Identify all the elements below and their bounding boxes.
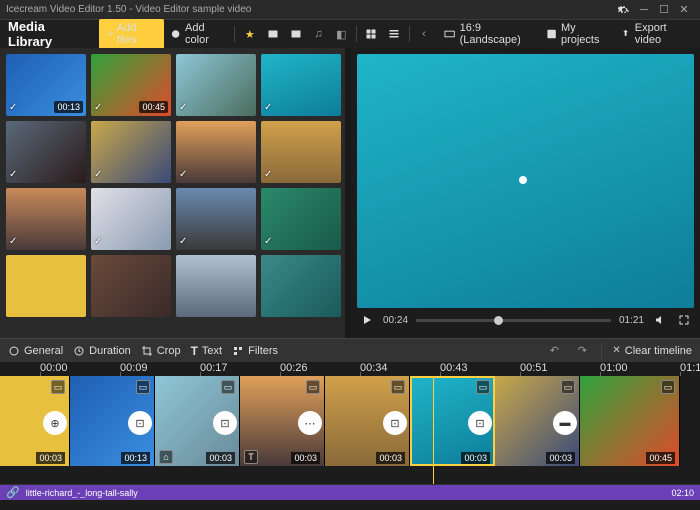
view-list-icon[interactable]: [386, 25, 403, 43]
filter-all-icon[interactable]: ★: [241, 25, 258, 43]
library-item[interactable]: ✓: [261, 54, 341, 116]
transition-button[interactable]: ▬: [553, 411, 577, 435]
clip-effect-icon: T: [244, 450, 258, 464]
library-item[interactable]: ✓00:45: [91, 54, 171, 116]
transition-button[interactable]: ⊡: [213, 411, 237, 435]
text-button[interactable]: TText: [191, 344, 223, 358]
filter-video-icon[interactable]: [287, 25, 304, 43]
clip-type-icon: ▭: [391, 380, 405, 394]
filter-audio-icon[interactable]: ♫: [310, 25, 327, 43]
close-icon[interactable]: ✕: [674, 1, 694, 19]
timeline-clip[interactable]: ▭00:45: [580, 376, 680, 466]
playhead[interactable]: [433, 376, 434, 484]
export-video-button[interactable]: Export video: [620, 22, 692, 46]
preview-controls: 00:24 01:21: [357, 308, 694, 332]
total-time: 01:21: [619, 315, 644, 326]
filters-button[interactable]: Filters: [232, 345, 278, 357]
progress-bar[interactable]: [416, 319, 611, 322]
library-item[interactable]: ✓: [176, 188, 256, 250]
clip-type-icon: ▭: [561, 380, 575, 394]
audio-track[interactable]: 🔗 little-richard_-_long-tall-sally 02:10: [0, 484, 700, 500]
clip-type-icon: ▭: [661, 380, 675, 394]
transition-button[interactable]: ⊡: [383, 411, 407, 435]
view-grid-icon[interactable]: [363, 25, 380, 43]
library-item[interactable]: [261, 255, 341, 317]
transition-button[interactable]: ⊡: [128, 411, 152, 435]
transition-button[interactable]: ⊡: [468, 411, 492, 435]
library-item[interactable]: ✓00:13: [6, 54, 86, 116]
timeline-ruler[interactable]: 00:0000:0900:1700:2600:3400:4300:5101:00…: [0, 362, 700, 376]
volume-icon[interactable]: [652, 312, 668, 328]
filter-color-icon[interactable]: ◧: [333, 25, 350, 43]
library-grid: ✓00:13✓00:45✓✓✓✓✓✓✓✓✓✓: [0, 48, 345, 338]
clip-type-icon: ▭: [306, 380, 320, 394]
window-title: Icecream Video Editor 1.50 - Video Edito…: [6, 4, 614, 15]
bottom-bar: [0, 500, 700, 510]
audio-duration: 02:10: [671, 488, 694, 498]
audio-name: little-richard_-_long-tall-sally: [26, 488, 666, 498]
play-icon[interactable]: [359, 312, 375, 328]
maximize-icon[interactable]: ☐: [654, 1, 674, 19]
library-item[interactable]: [176, 255, 256, 317]
library-item[interactable]: ✓: [6, 121, 86, 183]
collapse-icon[interactable]: ‹: [415, 25, 432, 43]
library-item[interactable]: ✓: [176, 121, 256, 183]
media-library: ✓00:13✓00:45✓✓✓✓✓✓✓✓✓✓: [0, 48, 345, 338]
general-button[interactable]: General: [8, 345, 63, 357]
library-item[interactable]: ✓: [6, 188, 86, 250]
add-color-button[interactable]: Add color: [170, 22, 229, 46]
library-item[interactable]: [91, 255, 171, 317]
current-time: 00:24: [383, 315, 408, 326]
clip-type-icon: ▭: [476, 380, 490, 394]
add-files-button[interactable]: +Add files: [99, 19, 163, 49]
duration-button[interactable]: Duration: [73, 345, 131, 357]
crop-button[interactable]: Crop: [141, 345, 181, 357]
undo-icon[interactable]: ↶: [545, 342, 563, 360]
minimize-icon[interactable]: ─: [634, 1, 654, 19]
settings-icon[interactable]: [614, 1, 634, 19]
clip-type-icon: ▭: [221, 380, 235, 394]
header-toolbar: Media Library +Add files Add color ★ ♫ ◧…: [0, 20, 700, 48]
clip-type-icon: ▭: [51, 380, 65, 394]
library-item[interactable]: ✓: [91, 188, 171, 250]
preview-panel: 00:24 01:21: [351, 48, 700, 338]
transition-button[interactable]: ⊕: [43, 411, 67, 435]
my-projects-button[interactable]: My projects: [546, 22, 614, 46]
aspect-ratio-button[interactable]: 16:9 (Landscape): [444, 22, 539, 46]
filter-image-icon[interactable]: [264, 25, 281, 43]
library-title: Media Library: [8, 19, 87, 49]
library-item[interactable]: ✓: [261, 188, 341, 250]
library-item[interactable]: [6, 255, 86, 317]
main-area: ✓00:13✓00:45✓✓✓✓✓✓✓✓✓✓ 00:24 01:21: [0, 48, 700, 338]
fullscreen-icon[interactable]: [676, 312, 692, 328]
edit-toolbar: General Duration Crop TText Filters ↶ ↷ …: [0, 338, 700, 362]
transition-button[interactable]: ⋯: [298, 411, 322, 435]
library-item[interactable]: ✓: [261, 121, 341, 183]
titlebar: Icecream Video Editor 1.50 - Video Edito…: [0, 0, 700, 20]
clear-timeline-button[interactable]: ✕ Clear timeline: [612, 345, 692, 357]
redo-icon[interactable]: ↷: [573, 342, 591, 360]
library-item[interactable]: ✓: [176, 54, 256, 116]
clip-type-icon: ▭: [136, 380, 150, 394]
timeline[interactable]: ▭00:03▭00:13▭⌂00:03▭T00:03▭00:03▭00:03▭0…: [0, 376, 700, 484]
clip-effect-icon: ⌂: [159, 450, 173, 464]
link-icon: 🔗: [6, 486, 20, 499]
preview-video[interactable]: [357, 54, 694, 308]
library-item[interactable]: ✓: [91, 121, 171, 183]
